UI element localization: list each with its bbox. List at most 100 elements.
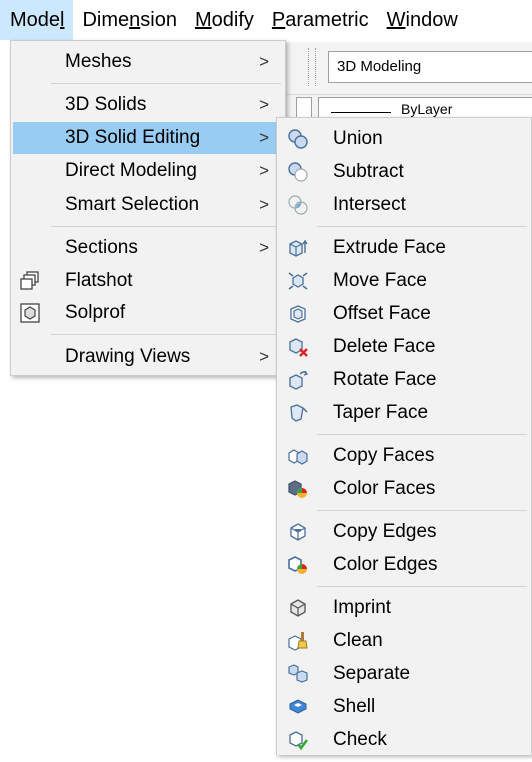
submenu-arrow-icon: > — [259, 161, 269, 180]
menu-dimension[interactable]: Dimension — [73, 0, 186, 40]
menu-modify-accel: M — [194, 9, 212, 31]
menu-item-clean[interactable]: Clean — [279, 625, 529, 657]
menu-separator — [51, 334, 281, 335]
menu-item-label: Extrude Face — [333, 237, 446, 258]
menu-separator — [317, 434, 527, 435]
linetype-dropdown[interactable]: ByLayer — [318, 97, 532, 119]
menu-item-3d-solid-editing[interactable]: 3D Solid Editing > — [13, 122, 283, 154]
linetype-value: ByLayer — [401, 101, 453, 117]
layer-color-box[interactable] — [296, 97, 312, 119]
menu-item-offset-face[interactable]: Offset Face — [279, 298, 529, 330]
menu-item-label: Copy Faces — [333, 445, 435, 466]
menu-item-label: Shell — [333, 696, 376, 717]
menu-modify-label: odify — [211, 9, 254, 31]
menu-item-smart-selection[interactable]: Smart Selection > — [13, 189, 283, 221]
check-icon — [287, 729, 309, 751]
menu-parametric-label: arametric — [285, 9, 369, 31]
solid-editing-submenu: Union Subtract Intersect Extrude Face Mo… — [276, 117, 532, 755]
menubar: Model Dimension Modify Parametric Window — [0, 0, 532, 40]
flatshot-icon — [19, 270, 41, 292]
menu-item-3d-solids[interactable]: 3D Solids > — [13, 89, 283, 121]
menu-item-label: Color Faces — [333, 478, 436, 499]
color-faces-icon — [287, 478, 309, 500]
menu-item-label: 3D Solids — [65, 94, 147, 115]
copy-edges-icon — [287, 521, 309, 543]
imprint-icon — [287, 597, 309, 619]
separate-icon — [287, 663, 309, 685]
menu-item-imprint[interactable]: Imprint — [279, 592, 529, 624]
menu-window[interactable]: Window — [378, 0, 467, 40]
menu-dimension-label: Dime — [82, 9, 130, 31]
menu-item-label: Intersect — [333, 194, 406, 215]
menu-item-move-face[interactable]: Move Face — [279, 265, 529, 297]
menu-item-drawing-views[interactable]: Drawing Views > — [13, 341, 283, 373]
menu-item-taper-face[interactable]: Taper Face — [279, 397, 529, 429]
menu-item-delete-face[interactable]: Delete Face — [279, 331, 529, 363]
intersect-icon — [287, 194, 309, 216]
submenu-arrow-icon: > — [259, 52, 269, 71]
shell-icon — [287, 696, 309, 718]
menu-item-label: Smart Selection — [65, 194, 200, 215]
menu-item-meshes[interactable]: Meshes > — [13, 46, 283, 78]
taper-face-icon — [287, 402, 309, 424]
offset-face-icon — [287, 303, 309, 325]
menu-separator — [317, 586, 527, 587]
menu-item-label: Check — [333, 729, 387, 750]
delete-face-icon — [287, 336, 309, 358]
submenu-arrow-icon: > — [259, 238, 269, 257]
menu-item-rotate-face[interactable]: Rotate Face — [279, 364, 529, 396]
menu-window-accel: W — [386, 9, 406, 31]
submenu-arrow-icon: > — [259, 195, 269, 214]
toolbar-grip[interactable] — [308, 48, 316, 86]
union-icon — [287, 128, 309, 150]
menu-item-check[interactable]: Check — [279, 724, 529, 756]
menu-parametric[interactable]: Parametric — [263, 0, 378, 40]
submenu-arrow-icon: > — [259, 128, 269, 147]
menu-item-shell[interactable]: Shell — [279, 691, 529, 723]
menu-item-label: Delete Face — [333, 336, 436, 357]
menu-item-label: 3D Solid Editing — [65, 127, 201, 148]
menu-item-color-faces[interactable]: Color Faces — [279, 473, 529, 505]
menu-item-union[interactable]: Union — [279, 123, 529, 155]
menu-item-extrude-face[interactable]: Extrude Face — [279, 232, 529, 264]
menu-item-subtract[interactable]: Subtract — [279, 156, 529, 188]
menu-item-label: Drawing Views — [65, 346, 191, 367]
move-face-icon — [287, 270, 309, 292]
menu-item-label: Taper Face — [333, 402, 429, 423]
menu-item-label: Meshes — [65, 51, 132, 72]
menu-model-accel: l — [60, 9, 65, 31]
menu-item-label: Sections — [65, 237, 138, 258]
submenu-arrow-icon: > — [259, 347, 269, 366]
submenu-arrow-icon: > — [259, 95, 269, 114]
menu-item-solprof[interactable]: Solprof — [13, 297, 283, 329]
menu-item-label: Color Edges — [333, 554, 438, 575]
menu-item-label: Union — [333, 128, 383, 149]
workspace-dropdown[interactable]: 3D Modeling — [328, 51, 532, 83]
menu-separator — [317, 510, 527, 511]
menu-item-flatshot[interactable]: Flatshot — [13, 265, 283, 297]
menu-item-copy-faces[interactable]: Copy Faces — [279, 440, 529, 472]
menu-item-label: Separate — [333, 663, 411, 684]
menu-item-label: Clean — [333, 630, 383, 651]
extrude-face-icon — [287, 237, 309, 259]
menu-model[interactable]: Model — [0, 0, 74, 40]
menu-item-label: Direct Modeling — [65, 160, 197, 181]
menu-item-copy-edges[interactable]: Copy Edges — [279, 516, 529, 548]
menu-item-color-edges[interactable]: Color Edges — [279, 549, 529, 581]
menu-window-label: indow — [405, 9, 458, 31]
menu-item-label: Move Face — [333, 270, 427, 291]
menu-dimension-accel: n — [129, 9, 141, 31]
menu-item-intersect[interactable]: Intersect — [279, 189, 529, 221]
menu-item-label: Rotate Face — [333, 369, 437, 390]
model-menu: Meshes > 3D Solids > 3D Solid Editing > … — [10, 40, 286, 376]
menu-modify[interactable]: Modify — [186, 0, 263, 40]
menu-model-label: Mode — [10, 9, 61, 31]
menu-dimension-label-end: sion — [140, 9, 177, 31]
menu-item-separate[interactable]: Separate — [279, 658, 529, 690]
menu-item-sections[interactable]: Sections > — [13, 232, 283, 264]
linetype-preview — [331, 112, 391, 113]
menu-item-label: Imprint — [333, 597, 392, 618]
menu-item-label: Flatshot — [65, 270, 133, 291]
menu-separator — [51, 83, 281, 84]
menu-item-direct-modeling[interactable]: Direct Modeling > — [13, 155, 283, 187]
